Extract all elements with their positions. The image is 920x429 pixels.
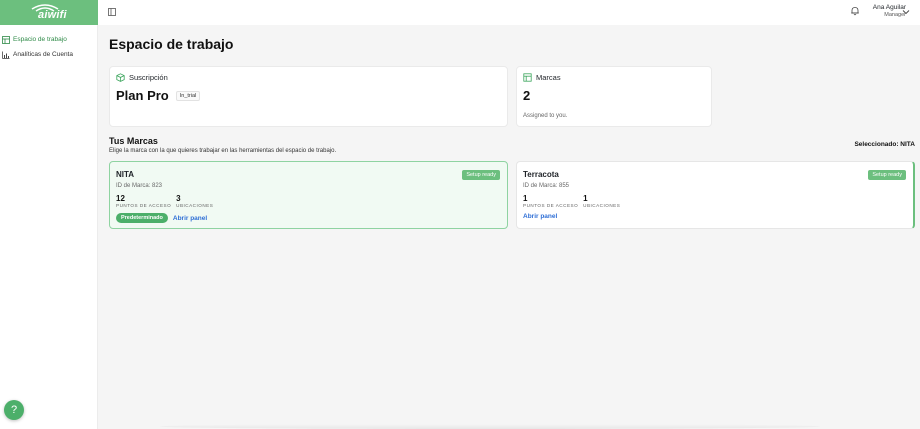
store-icon — [523, 73, 532, 82]
brands-summary-header: Marcas — [523, 73, 561, 82]
brands-section-subtitle: Elige la marca con la que quieres trabaj… — [109, 148, 337, 154]
stat-label: Ubicaciones — [176, 203, 214, 208]
user-role: Manager — [884, 12, 906, 18]
brands-summary-heading: Marcas — [536, 73, 561, 82]
sidebar: aiwifi Espacio de trabajo Analíticas de … — [0, 0, 98, 429]
bar-chart-icon — [1, 50, 10, 59]
brand-id: ID de Marca: 823 — [116, 183, 163, 189]
status-badge: In_trial — [175, 90, 201, 101]
assigned-text: Assigned to you. — [523, 113, 568, 119]
open-panel-link[interactable]: Abrir panel — [173, 215, 207, 222]
chevron-down-icon[interactable] — [902, 8, 910, 16]
sidebar-item-workspace[interactable]: Espacio de trabajo — [0, 32, 97, 47]
brand-card-nita[interactable]: NITA Setup ready ID de Marca: 823 12 Pun… — [109, 161, 508, 229]
brand-id: ID de Marca: 855 — [523, 183, 570, 189]
stat-label: Puntos de acceso — [523, 203, 579, 208]
logo-text: aiwifi — [38, 9, 67, 21]
setup-badge: Setup ready — [868, 170, 906, 180]
page-title: Espacio de trabajo — [109, 36, 234, 52]
stat-label: Ubicaciones — [583, 203, 621, 208]
stat-locations: 1 Ubicaciones — [583, 194, 620, 209]
sidebar-item-label: Analíticas de Cuenta — [13, 51, 73, 58]
stat-value: 1 — [523, 194, 528, 203]
stat-value: 12 — [116, 194, 125, 203]
brands-section-title: Tus Marcas — [109, 136, 158, 146]
bell-icon[interactable] — [850, 6, 860, 16]
box-icon — [116, 73, 125, 82]
stat-access-points: 12 Puntos de acceso — [116, 194, 171, 209]
sidebar-item-analytics[interactable]: Analíticas de Cuenta — [0, 47, 97, 62]
brands-count: 2 — [523, 88, 531, 103]
setup-badge: Setup ready — [462, 170, 500, 180]
brand-name: NITA — [116, 170, 135, 179]
default-badge: Predeterminado — [116, 213, 168, 223]
bottom-shadow — [160, 424, 820, 429]
stat-locations: 3 Ubicaciones — [176, 194, 213, 209]
open-panel-link[interactable]: Abrir panel — [523, 213, 557, 220]
subscription-heading: Suscripción — [129, 73, 168, 82]
logo[interactable]: aiwifi — [0, 0, 98, 25]
stat-label: Puntos de acceso — [116, 203, 172, 208]
help-button[interactable]: ? — [4, 400, 24, 420]
brand-card-terracota[interactable]: Terracota Setup ready ID de Marca: 855 1… — [516, 161, 915, 229]
brand-name: Terracota — [523, 170, 559, 179]
stat-value: 1 — [583, 194, 588, 203]
user-name: Ana Aguilar — [872, 4, 906, 11]
brand-stats: 12 Puntos de acceso 3 Ubicaciones — [116, 194, 213, 209]
sidebar-item-label: Espacio de trabajo — [13, 36, 67, 43]
subscription-card: Suscripción Plan Pro In_trial — [109, 66, 508, 127]
sidebar-nav: Espacio de trabajo Analíticas de Cuenta — [0, 25, 97, 62]
grid-icon — [1, 35, 10, 44]
brand-actions: Predeterminado Abrir panel — [116, 213, 207, 223]
plan-name: Plan Pro — [116, 88, 169, 103]
stat-value: 3 — [176, 194, 181, 203]
brand-stats: 1 Puntos de acceso 1 Ubicaciones — [523, 194, 620, 209]
brand-actions: Abrir panel — [523, 213, 557, 220]
brands-summary-card: Marcas 2 Assigned to you. — [516, 66, 712, 127]
subscription-header: Suscripción — [116, 73, 168, 82]
stat-access-points: 1 Puntos de acceso — [523, 194, 578, 209]
selected-brand-label: Seleccionado: NITA — [854, 141, 915, 148]
topbar: Ana Aguilar Manager — [98, 0, 920, 25]
plan-row: Plan Pro In_trial — [116, 88, 201, 103]
user-menu[interactable]: Ana Aguilar Manager — [866, 4, 906, 19]
menu-toggle-icon[interactable] — [108, 8, 116, 16]
question-icon: ? — [10, 404, 18, 416]
